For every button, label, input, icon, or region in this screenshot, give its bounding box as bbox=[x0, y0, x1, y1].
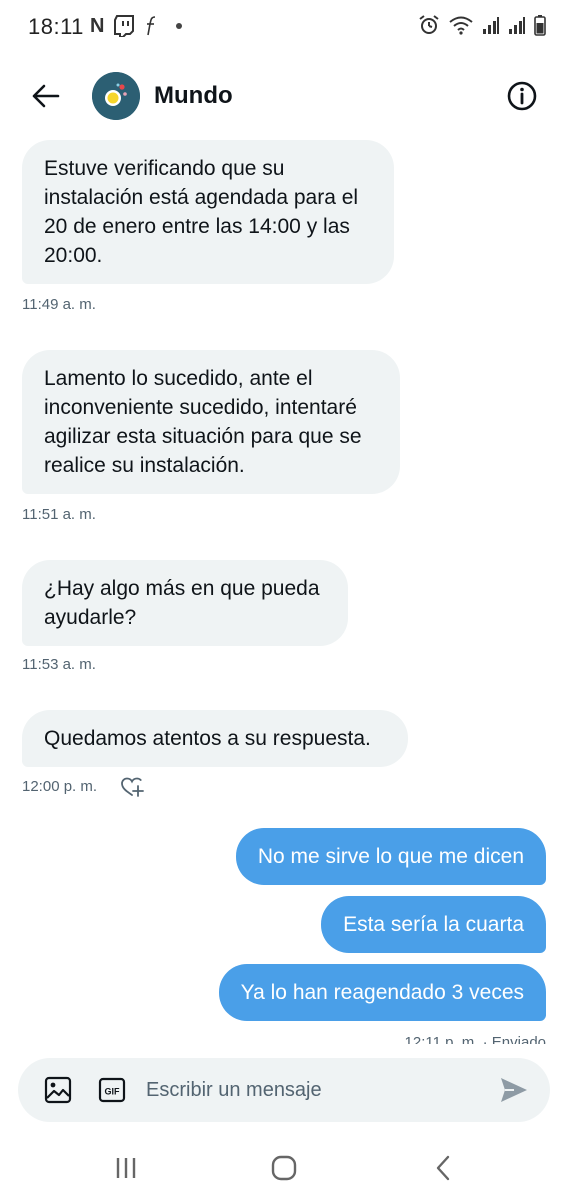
message-list[interactable]: Estuve verificando que su instalación es… bbox=[0, 132, 568, 1044]
add-reaction-icon[interactable] bbox=[120, 776, 144, 798]
netflix-icon: N bbox=[90, 15, 105, 37]
recent-apps-icon[interactable] bbox=[108, 1154, 144, 1182]
info-icon bbox=[507, 81, 537, 111]
image-icon[interactable] bbox=[44, 1076, 72, 1104]
avatar[interactable] bbox=[92, 72, 140, 120]
notification-dot-icon bbox=[176, 23, 183, 29]
battery-icon bbox=[534, 15, 546, 36]
status-right-icons bbox=[418, 14, 546, 36]
message-timestamp: 11:51 a. m. bbox=[22, 506, 96, 523]
back-arrow-icon bbox=[32, 84, 60, 108]
gif-button[interactable]: GIF bbox=[98, 1076, 126, 1104]
wifi-icon bbox=[449, 16, 473, 35]
f-icon bbox=[147, 16, 156, 36]
message-bubble-incoming[interactable]: Quedamos atentos a su respuesta. bbox=[22, 710, 408, 767]
send-icon[interactable] bbox=[498, 1074, 530, 1106]
message-timestamp: 12:00 p. m. bbox=[22, 778, 98, 795]
info-button[interactable] bbox=[504, 78, 540, 114]
message-timestamp: 11:49 a. m. bbox=[22, 296, 96, 313]
gif-icon: GIF bbox=[98, 1077, 126, 1103]
status-bar: 18:11 N bbox=[0, 0, 568, 54]
gif-label: GIF bbox=[105, 1087, 121, 1097]
signal-icon bbox=[483, 17, 499, 34]
conversation-header: Mundo bbox=[0, 60, 568, 132]
message-bubble-outgoing[interactable]: Ya lo han reagendado 3 veces bbox=[218, 964, 546, 1021]
message-bubble-incoming[interactable]: Lamento lo sucedido, ante el inconvenien… bbox=[22, 350, 400, 494]
status-left-icons: N bbox=[90, 14, 183, 38]
message-composer: GIF bbox=[18, 1058, 550, 1122]
message-bubble-outgoing[interactable]: Esta sería la cuarta bbox=[321, 896, 546, 953]
message-bubble-incoming[interactable]: Estuve verificando que su instalación es… bbox=[22, 140, 394, 284]
message-timestamp: 11:53 a. m. bbox=[22, 656, 96, 673]
message-bubble-incoming[interactable]: ¿Hay algo más en que pueda ayudarle? bbox=[22, 560, 348, 646]
message-timestamp-sent: 12:11 p. m. · Enviado bbox=[404, 1034, 546, 1044]
message-bubble-outgoing[interactable]: No me sirve lo que me dicen bbox=[235, 828, 546, 885]
twitch-icon bbox=[114, 15, 135, 37]
message-input[interactable] bbox=[146, 1072, 476, 1108]
signal-icon bbox=[509, 17, 525, 34]
alarm-icon bbox=[419, 15, 439, 34]
back-nav-icon[interactable] bbox=[426, 1154, 462, 1182]
back-button[interactable] bbox=[26, 76, 66, 116]
contact-name[interactable]: Mundo bbox=[154, 82, 233, 110]
system-nav-bar bbox=[0, 1136, 568, 1200]
status-time: 18:11 bbox=[28, 14, 84, 39]
mundo-logo-icon bbox=[92, 72, 140, 120]
home-icon[interactable] bbox=[266, 1154, 302, 1182]
